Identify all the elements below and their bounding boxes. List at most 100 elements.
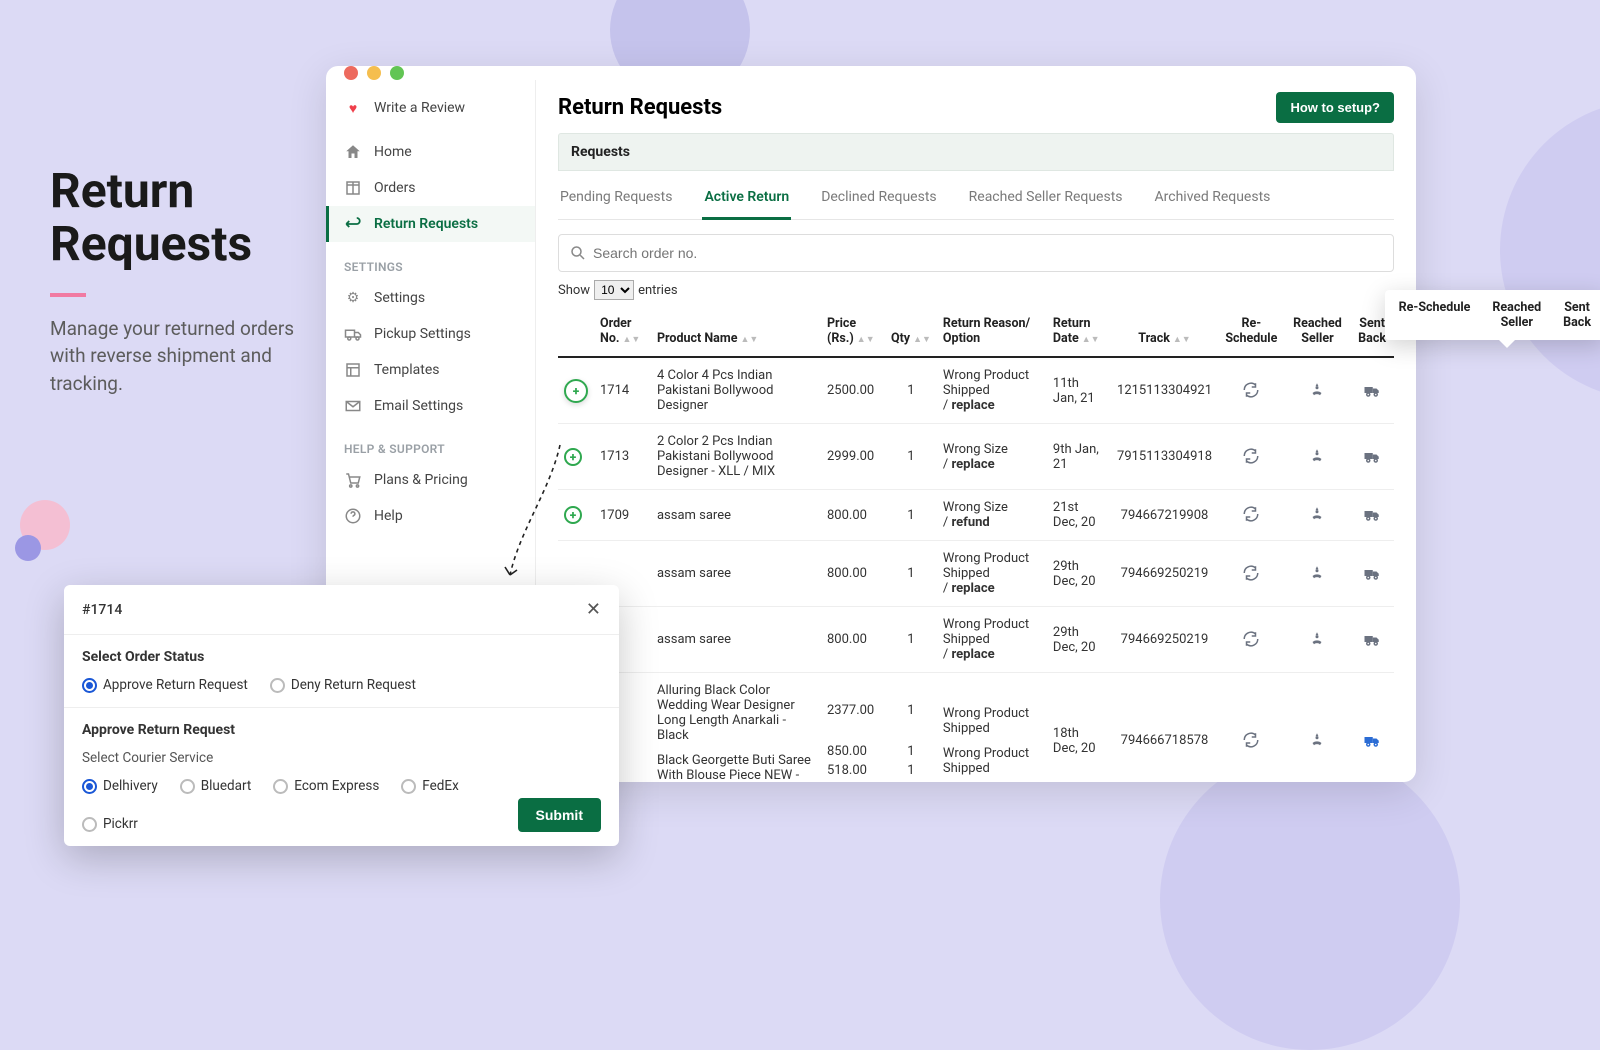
sidebar-item-plans[interactable]: Plans & Pricing bbox=[326, 462, 535, 498]
tab-pending[interactable]: Pending Requests bbox=[558, 183, 674, 219]
close-icon[interactable]: ✕ bbox=[586, 599, 601, 620]
tabs: Pending Requests Active Return Declined … bbox=[558, 171, 1394, 220]
return-icon bbox=[344, 215, 362, 233]
cell-price: 800.00 bbox=[821, 607, 885, 673]
sidebar-item-templates[interactable]: Templates bbox=[326, 352, 535, 388]
sent-back-icon[interactable] bbox=[1361, 379, 1383, 401]
reschedule-icon[interactable] bbox=[1240, 729, 1262, 751]
hero: ReturnRequests Manage your returned orde… bbox=[50, 165, 300, 397]
search-bar[interactable] bbox=[558, 234, 1394, 272]
hero-desc: Manage your returned orders with reverse… bbox=[50, 315, 300, 398]
window-minimize-icon[interactable] bbox=[367, 66, 381, 80]
cart-icon bbox=[344, 471, 362, 489]
reached-seller-icon[interactable] bbox=[1306, 503, 1328, 525]
sidebar-section-settings: SETTINGS bbox=[326, 242, 535, 280]
cell-track: 794666718578 bbox=[1111, 673, 1218, 783]
sidebar-item-home[interactable]: Home bbox=[326, 134, 535, 170]
radio-courier-delhivery[interactable]: Delhivery bbox=[82, 778, 158, 794]
radio-courier-pickrr[interactable]: Pickrr bbox=[82, 816, 138, 832]
sent-back-icon[interactable] bbox=[1361, 729, 1383, 751]
reschedule-icon[interactable] bbox=[1240, 628, 1262, 650]
col-reschedule: Re-Schedule bbox=[1218, 306, 1285, 357]
sidebar-item-pickup-settings[interactable]: Pickup Settings bbox=[326, 316, 535, 352]
approve-heading: Approve Return Request bbox=[82, 722, 601, 738]
tab-reached-seller[interactable]: Reached Seller Requests bbox=[967, 183, 1125, 219]
reschedule-icon[interactable] bbox=[1240, 379, 1262, 401]
main-content: Return Requests How to setup? Requests P… bbox=[536, 80, 1416, 782]
reached-seller-icon[interactable] bbox=[1306, 379, 1328, 401]
sent-back-icon[interactable] bbox=[1361, 445, 1383, 467]
entries-label: entries bbox=[638, 283, 678, 298]
reached-seller-icon[interactable] bbox=[1306, 445, 1328, 467]
sent-back-icon[interactable] bbox=[1361, 628, 1383, 650]
tab-archived[interactable]: Archived Requests bbox=[1153, 183, 1273, 219]
cell-product: assam saree bbox=[651, 607, 821, 673]
cell-price: 2999.00 bbox=[821, 424, 885, 490]
radio-approve[interactable]: Approve Return Request bbox=[82, 677, 248, 693]
cell-order: 1714 bbox=[594, 357, 651, 424]
table-row: + 1709 assam saree 800.00 1 Wrong Size/ … bbox=[558, 490, 1394, 541]
sidebar-item-email-settings[interactable]: Email Settings bbox=[326, 388, 535, 424]
cell-track: 794669250219 bbox=[1111, 607, 1218, 673]
radio-deny[interactable]: Deny Return Request bbox=[270, 677, 416, 693]
cell-date: 29th Dec, 20 bbox=[1047, 607, 1111, 673]
col-order[interactable]: Order No.▲▼ bbox=[594, 306, 651, 357]
sidebar-write-review[interactable]: ♥ Write a Review bbox=[326, 90, 535, 126]
col-reason[interactable]: Return Reason/ Option bbox=[937, 306, 1047, 357]
page-title: Return Requests bbox=[558, 95, 722, 120]
truck-icon bbox=[344, 325, 362, 343]
sidebar-section-help: HELP & SUPPORT bbox=[326, 424, 535, 462]
cell-date: 29th Dec, 20 bbox=[1047, 541, 1111, 607]
tab-declined[interactable]: Declined Requests bbox=[819, 183, 938, 219]
search-input[interactable] bbox=[587, 241, 1383, 265]
reached-seller-icon[interactable] bbox=[1306, 562, 1328, 584]
cell-date: 9th Jan, 21 bbox=[1047, 424, 1111, 490]
reschedule-icon[interactable] bbox=[1240, 503, 1262, 525]
radio-courier-fedex[interactable]: FedEx bbox=[401, 778, 458, 794]
reached-seller-icon[interactable] bbox=[1306, 729, 1328, 751]
tab-active-return[interactable]: Active Return bbox=[702, 183, 791, 220]
sidebar-item-label: Templates bbox=[374, 362, 440, 378]
sidebar-item-return-requests[interactable]: Return Requests bbox=[326, 206, 535, 242]
reschedule-icon[interactable] bbox=[1240, 445, 1262, 467]
submit-button[interactable]: Submit bbox=[518, 798, 601, 832]
cell-qty: 1 bbox=[885, 490, 937, 541]
sidebar-item-orders[interactable]: Orders bbox=[326, 170, 535, 206]
col-track[interactable]: Track▲▼ bbox=[1111, 306, 1218, 357]
cell-product: assam saree bbox=[651, 490, 821, 541]
expand-row-icon[interactable]: + bbox=[564, 448, 582, 466]
sent-back-icon[interactable] bbox=[1361, 562, 1383, 584]
order-detail-modal: #1714 ✕ Select Order Status Approve Retu… bbox=[64, 585, 619, 846]
reached-seller-icon[interactable] bbox=[1306, 628, 1328, 650]
radio-courier-bluedart[interactable]: Bluedart bbox=[180, 778, 252, 794]
sidebar-item-label: Orders bbox=[374, 180, 416, 196]
cell-reason: Wrong Size/ replace bbox=[943, 442, 1041, 472]
hero-accent bbox=[50, 293, 86, 297]
col-product[interactable]: Product Name▲▼ bbox=[651, 306, 821, 357]
cell-track: 1215113304921 bbox=[1111, 357, 1218, 424]
window-close-icon[interactable] bbox=[344, 66, 358, 80]
cell-qty: 111 bbox=[885, 673, 937, 783]
col-price[interactable]: Price (Rs.)▲▼ bbox=[821, 306, 885, 357]
cell-order: 1709 bbox=[594, 490, 651, 541]
window-maximize-icon[interactable] bbox=[390, 66, 404, 80]
col-expand bbox=[558, 306, 594, 357]
sent-back-icon[interactable] bbox=[1361, 503, 1383, 525]
sidebar-item-label: Settings bbox=[374, 290, 425, 306]
cell-reason: Wrong Product Shipped/ replace bbox=[943, 551, 1041, 596]
entries-selector: Show 10 entries bbox=[558, 280, 1394, 300]
how-to-setup-button[interactable]: How to setup? bbox=[1276, 92, 1394, 123]
tooltip-sentback: SentBack bbox=[1563, 300, 1591, 330]
sidebar-item-help[interactable]: Help bbox=[326, 498, 535, 534]
col-qty[interactable]: Qty▲▼ bbox=[885, 306, 937, 357]
radio-courier-ecom-express[interactable]: Ecom Express bbox=[273, 778, 379, 794]
cell-track: 794669250219 bbox=[1111, 541, 1218, 607]
cell-product: 2 Color 2 Pcs Indian Pakistani Bollywood… bbox=[651, 424, 821, 490]
entries-select[interactable]: 10 bbox=[594, 280, 634, 300]
sidebar-item-settings[interactable]: ⚙ Settings bbox=[326, 280, 535, 316]
expand-row-icon[interactable]: + bbox=[564, 506, 582, 524]
expand-row-icon[interactable]: + bbox=[564, 379, 588, 403]
reschedule-icon[interactable] bbox=[1240, 562, 1262, 584]
gear-icon: ⚙ bbox=[344, 289, 362, 307]
col-date[interactable]: Return Date▲▼ bbox=[1047, 306, 1111, 357]
